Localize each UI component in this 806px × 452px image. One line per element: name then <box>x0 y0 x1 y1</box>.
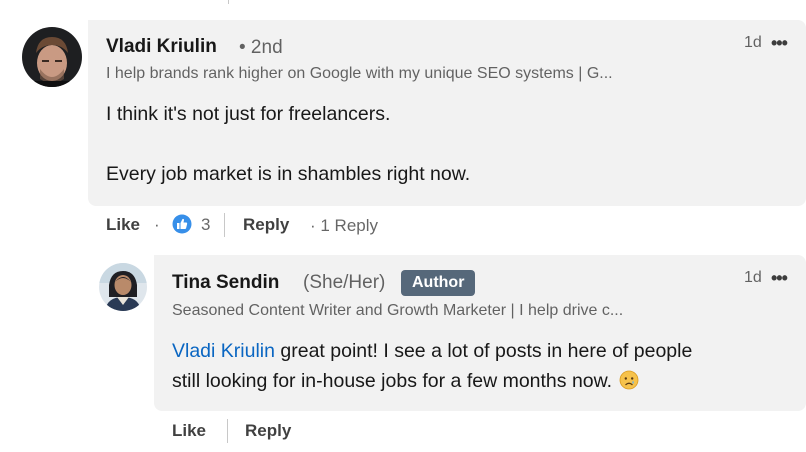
reply-text-line-2-text: still looking for in-house jobs for a fe… <box>172 370 613 392</box>
comment-text-line-2: Every job market is in shambles right no… <box>106 163 471 185</box>
action-divider <box>227 419 228 443</box>
avatar-tina-icon <box>99 263 147 311</box>
reply-button[interactable]: Reply <box>243 215 289 235</box>
mention-link[interactable]: Vladi Kriulin <box>172 340 275 362</box>
reply-text-line-2: still looking for in-house jobs for a fe… <box>172 366 639 399</box>
reply-author-pronouns: (She/Her) <box>303 272 386 293</box>
reply-text-rest: great point! I see a lot of posts in her… <box>274 340 693 362</box>
like-button[interactable]: Like <box>172 421 206 441</box>
reaction-count[interactable]: 3 <box>201 215 210 235</box>
author-badge: Author <box>401 270 476 296</box>
reply-author-name[interactable]: Tina Sendin <box>172 272 279 294</box>
action-divider <box>224 213 225 237</box>
comment-author-name[interactable]: Vladi Kriulin <box>106 36 217 58</box>
more-icon[interactable]: ••• <box>771 268 788 289</box>
like-button[interactable]: Like <box>106 215 140 235</box>
like-reaction-icon[interactable] <box>172 214 192 234</box>
comment-author-headline: I help brands rank higher on Google with… <box>106 65 613 82</box>
comment-timestamp: 1d <box>744 34 762 51</box>
reply-text-line-1: Vladi Kriulin great point! I see a lot o… <box>172 336 692 366</box>
avatar[interactable] <box>99 263 147 311</box>
connection-degree: • 2nd <box>239 37 283 58</box>
avatar-vladi-icon <box>22 27 82 87</box>
reply-timestamp: 1d <box>744 269 762 286</box>
comment-text-line-1: I think it's not just for freelancers. <box>106 103 391 125</box>
reply-author-headline: Seasoned Content Writer and Growth Marke… <box>172 302 624 319</box>
crying-emoji-icon <box>619 369 639 399</box>
reply-button[interactable]: Reply <box>245 421 291 441</box>
previous-thread-line <box>228 0 229 4</box>
action-separator-dot: · <box>154 215 160 234</box>
avatar[interactable] <box>22 27 82 87</box>
more-icon[interactable]: ••• <box>771 33 788 54</box>
replies-count-link[interactable]: · 1 Reply <box>310 216 378 236</box>
